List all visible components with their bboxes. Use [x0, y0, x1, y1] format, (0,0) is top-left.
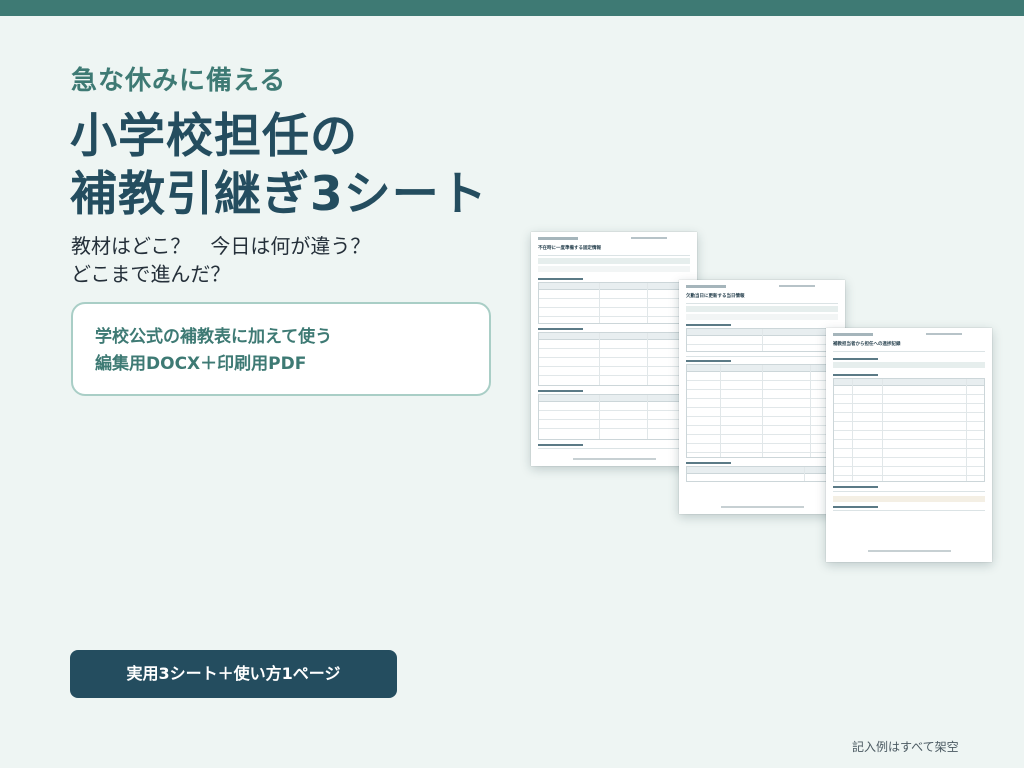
callout-line-2: 編集用DOCX＋印刷用PDF	[95, 354, 307, 374]
sheet-preview-1: 不在時に一度準備する固定情報	[531, 232, 697, 466]
subcopy-line-2: どこまで進んだ？	[71, 262, 231, 286]
subcopy: 教材はどこ？ 今日は何が違う？ どこまで進んだ？	[71, 232, 370, 288]
sheet-preview-3: 補教担当者から担任への進捗記録	[826, 328, 992, 562]
title-line-2: 補教引継ぎ3シート	[70, 167, 488, 222]
sheet-preview-2: 欠勤当日に更新する当日情報	[679, 280, 845, 514]
callout-line-1: 学校公式の補教表に加えて使う	[95, 327, 333, 347]
eyebrow-heading: 急な休みに備える	[71, 66, 287, 96]
cta-button[interactable]: 実用3シート＋使い方1ページ	[70, 650, 397, 698]
title-line-1: 小学校担任の	[70, 109, 358, 164]
sheet-title-2: 欠勤当日に更新する当日情報	[686, 294, 745, 299]
sheet-title-1: 不在時に一度準備する固定情報	[538, 246, 601, 251]
footnote: 記入例はすべて架空	[852, 740, 959, 754]
subcopy-line-1: 教材はどこ？ 今日は何が違う？	[71, 234, 371, 258]
top-accent-bar	[0, 0, 1024, 16]
page-title: 小学校担任の 補教引継ぎ3シート	[70, 108, 488, 224]
sheet-title-3: 補教担当者から担任への進捗記録	[833, 342, 901, 347]
feature-callout-box: 学校公式の補教表に加えて使う 編集用DOCX＋印刷用PDF	[71, 302, 491, 396]
